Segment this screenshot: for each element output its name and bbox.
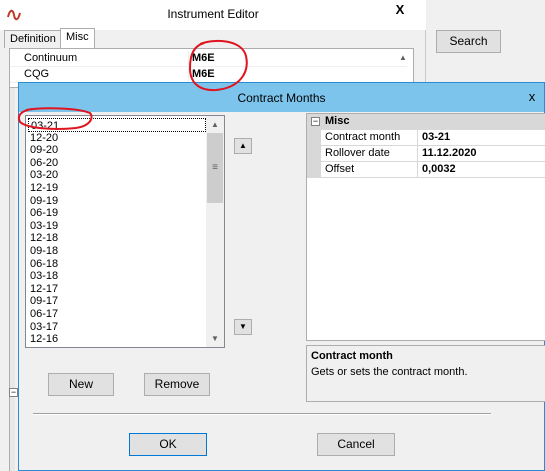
property-value[interactable]: 11.12.2020 [422, 147, 476, 159]
contract-months-titlebar: Contract Months x [19, 83, 544, 112]
contract-months-close-button[interactable]: x [524, 89, 540, 105]
property-name: Offset [325, 163, 355, 175]
property-label: CQG [24, 68, 50, 80]
column-divider [417, 146, 418, 162]
property-value[interactable]: M6E [192, 52, 215, 64]
property-value[interactable]: M6E [192, 68, 215, 80]
contract-months-dialog: Contract Months x ▲ ≡ ▼ 03-21 12-20 09-20 0… [18, 82, 545, 471]
contract-month-list[interactable]: ▲ ≡ ▼ 03-21 12-20 09-20 06-20 03-20 12-19 09-1… [25, 115, 225, 348]
property-help-panel: Contract month Gets or sets the contract… [306, 345, 545, 402]
tab-misc[interactable]: Misc [60, 28, 95, 48]
scroll-up-icon[interactable]: ▲ [396, 51, 410, 65]
property-value[interactable]: 03-21 [422, 131, 450, 143]
list-scrollbar[interactable]: ▲ ≡ ▼ [206, 116, 224, 347]
property-row-continuum[interactable]: Continuum M6E [10, 51, 407, 67]
month-list-item[interactable]: 12-16 [28, 332, 206, 346]
column-divider [188, 67, 189, 83]
property-name: Rollover date [325, 147, 390, 159]
help-text: Gets or sets the contract month. [311, 366, 468, 378]
search-button[interactable]: Search [436, 30, 501, 53]
move-up-button[interactable]: ▲ [234, 138, 252, 154]
collapse-icon[interactable]: − [9, 388, 18, 397]
column-divider [188, 51, 189, 67]
contract-property-grid: − Misc Contract month 03-21 Rollover dat… [306, 113, 545, 341]
scroll-thumb[interactable]: ≡ [207, 133, 223, 203]
row-gutter [307, 162, 321, 178]
property-value[interactable]: 0,0032 [422, 163, 456, 175]
property-row-rollover-date[interactable]: Rollover date 11.12.2020 [307, 146, 545, 162]
property-row-cqg[interactable]: CQG M6E [10, 67, 407, 83]
scroll-up-icon[interactable]: ▲ [206, 116, 224, 133]
instrument-editor-titlebar: Instrument Editor X [0, 0, 426, 30]
contract-months-title: Contract Months [237, 91, 326, 105]
collapse-icon[interactable]: − [311, 117, 320, 126]
row-gutter [307, 130, 321, 146]
property-row-offset[interactable]: Offset 0,0032 [307, 162, 545, 178]
category-label: Misc [325, 115, 350, 127]
grip-icon: ≡ [212, 162, 218, 173]
ok-button[interactable]: OK [129, 433, 207, 456]
row-gutter [307, 146, 321, 162]
remove-button[interactable]: Remove [144, 373, 210, 396]
property-name: Contract month [325, 131, 401, 143]
property-category-misc[interactable]: − Misc [307, 114, 545, 130]
property-label: Continuum [24, 52, 78, 64]
column-divider [417, 162, 418, 178]
move-down-button[interactable]: ▼ [234, 319, 252, 335]
column-divider [417, 130, 418, 146]
instrument-editor-title: Instrument Editor [167, 7, 259, 21]
new-button[interactable]: New [48, 373, 114, 396]
tab-definition[interactable]: Definition [4, 30, 62, 48]
help-title: Contract month [311, 350, 393, 362]
footer-divider [33, 413, 491, 415]
instrument-editor-close-button[interactable]: X [378, 0, 422, 20]
property-row-contract-month[interactable]: Contract month 03-21 [307, 130, 545, 146]
cancel-button[interactable]: Cancel [317, 433, 395, 456]
property-grid-gutter [9, 88, 15, 471]
scroll-down-icon[interactable]: ▼ [206, 330, 224, 347]
